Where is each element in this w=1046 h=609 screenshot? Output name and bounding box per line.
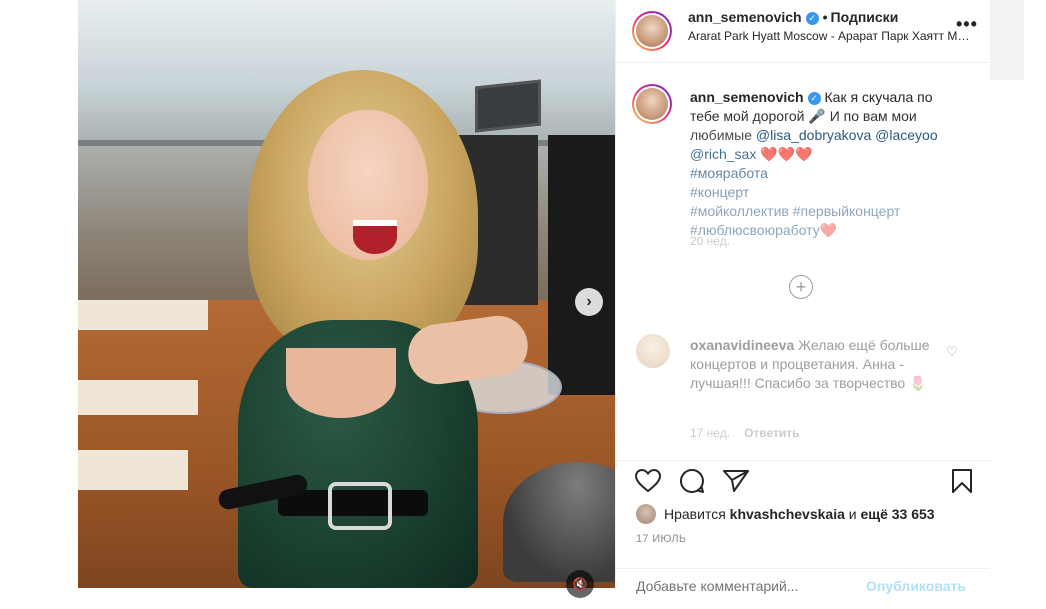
stair-step xyxy=(78,450,188,490)
caption-timestamp[interactable]: 20 нед. xyxy=(690,234,730,248)
comment-box: Опубликовать xyxy=(616,568,991,609)
share-button[interactable] xyxy=(722,467,750,495)
publish-button[interactable]: Опубликовать xyxy=(866,578,966,594)
comment-like-heart-icon[interactable]: ♡ xyxy=(946,344,958,360)
comment: oxanavidineeva Желаю ещё больше концерто… xyxy=(690,336,940,393)
caption-username[interactable]: ann_semenovich xyxy=(690,89,804,105)
post-header: ann_semenovich ✓ • Подписки Ararat Park Hya… xyxy=(616,0,991,63)
likes-count-button[interactable]: ещё 33 653 xyxy=(860,506,934,522)
heart-icon xyxy=(635,469,661,493)
mute-icon: 🔇 xyxy=(572,577,588,591)
commenter-avatar[interactable] xyxy=(636,334,670,368)
stair-step xyxy=(78,380,198,415)
hashtag-link[interactable]: #первыйконцерт xyxy=(793,203,901,219)
commenter-username[interactable]: oxanavidineeva xyxy=(690,337,794,353)
more-options-icon[interactable]: ••• xyxy=(956,14,978,35)
action-bar xyxy=(616,460,991,501)
background-door xyxy=(548,135,615,395)
post-date[interactable]: 17 ИЮЛЬ xyxy=(636,533,686,545)
mention-link[interactable]: @rich_sax xyxy=(690,146,756,162)
chevron-right-icon: › xyxy=(586,293,592,310)
heart-emoji: ❤️ xyxy=(819,222,838,238)
next-slide-button[interactable]: › xyxy=(575,288,603,316)
belt-buckle xyxy=(328,482,392,530)
save-button[interactable] xyxy=(948,467,976,495)
hearts-emoji: ❤️❤️❤️ xyxy=(760,146,813,162)
microphone-emoji: 🎤 xyxy=(808,108,826,124)
right-backdrop xyxy=(990,0,1046,588)
liker-username[interactable]: khvashchevskaia xyxy=(730,506,845,522)
singer xyxy=(216,70,532,588)
verified-badge-icon: ✓ xyxy=(807,92,821,105)
comment-meta: 17 нед. Ответить xyxy=(690,426,800,440)
load-more-comments-button[interactable]: + xyxy=(789,275,813,299)
post-caption: ann_semenovich ✓ Как я скучала по тебе мо… xyxy=(690,88,955,240)
author-avatar[interactable] xyxy=(632,11,672,51)
comment-timestamp[interactable]: 17 нед. xyxy=(690,426,730,440)
post-side-panel: ann_semenovich ✓ • Подписки Ararat Park Hya… xyxy=(615,0,991,594)
hashtag-link[interactable]: #концерт xyxy=(690,184,749,200)
singer-neckline xyxy=(286,348,396,418)
stair-step xyxy=(78,300,208,330)
reply-button[interactable]: Ответить xyxy=(744,426,799,440)
mention-link[interactable]: @laceyoo xyxy=(875,127,937,143)
likes-summary: Нравится khvashchevskaia и ещё 33 653 xyxy=(636,504,935,524)
comments-area: ann_semenovich ✓ Как я скучала по тебе мо… xyxy=(616,62,991,522)
like-button[interactable] xyxy=(634,467,662,495)
verified-badge-icon: ✓ xyxy=(805,12,819,25)
bookmark-icon xyxy=(952,469,972,493)
author-photo xyxy=(636,15,668,47)
post-location[interactable]: Ararat Park Hyatt Moscow - Арарат Парк Х… xyxy=(688,29,973,43)
paper-plane-icon xyxy=(723,470,749,492)
post-media[interactable] xyxy=(78,0,615,588)
mute-button[interactable]: 🔇 xyxy=(566,570,594,598)
caption-author-photo xyxy=(636,88,668,120)
comment-icon xyxy=(680,468,704,493)
following-button[interactable]: Подписки xyxy=(831,9,899,25)
separator-dot: • xyxy=(822,9,828,25)
hashtag-link[interactable]: #мояработа xyxy=(690,165,768,181)
tulip-emoji: 🌷 xyxy=(909,375,927,391)
singer-mouth xyxy=(353,220,397,254)
plus-icon: + xyxy=(795,276,807,297)
caption-author-avatar[interactable] xyxy=(632,84,672,124)
author-username[interactable]: ann_semenovich xyxy=(688,9,802,25)
mention-link[interactable]: @lisa_dobryakova xyxy=(756,127,871,143)
left-backdrop xyxy=(0,0,78,588)
comment-input[interactable] xyxy=(636,578,866,594)
comment-button[interactable] xyxy=(678,467,706,495)
hashtag-link[interactable]: #мойколлектив xyxy=(690,203,789,219)
liker-avatar[interactable] xyxy=(636,504,656,524)
